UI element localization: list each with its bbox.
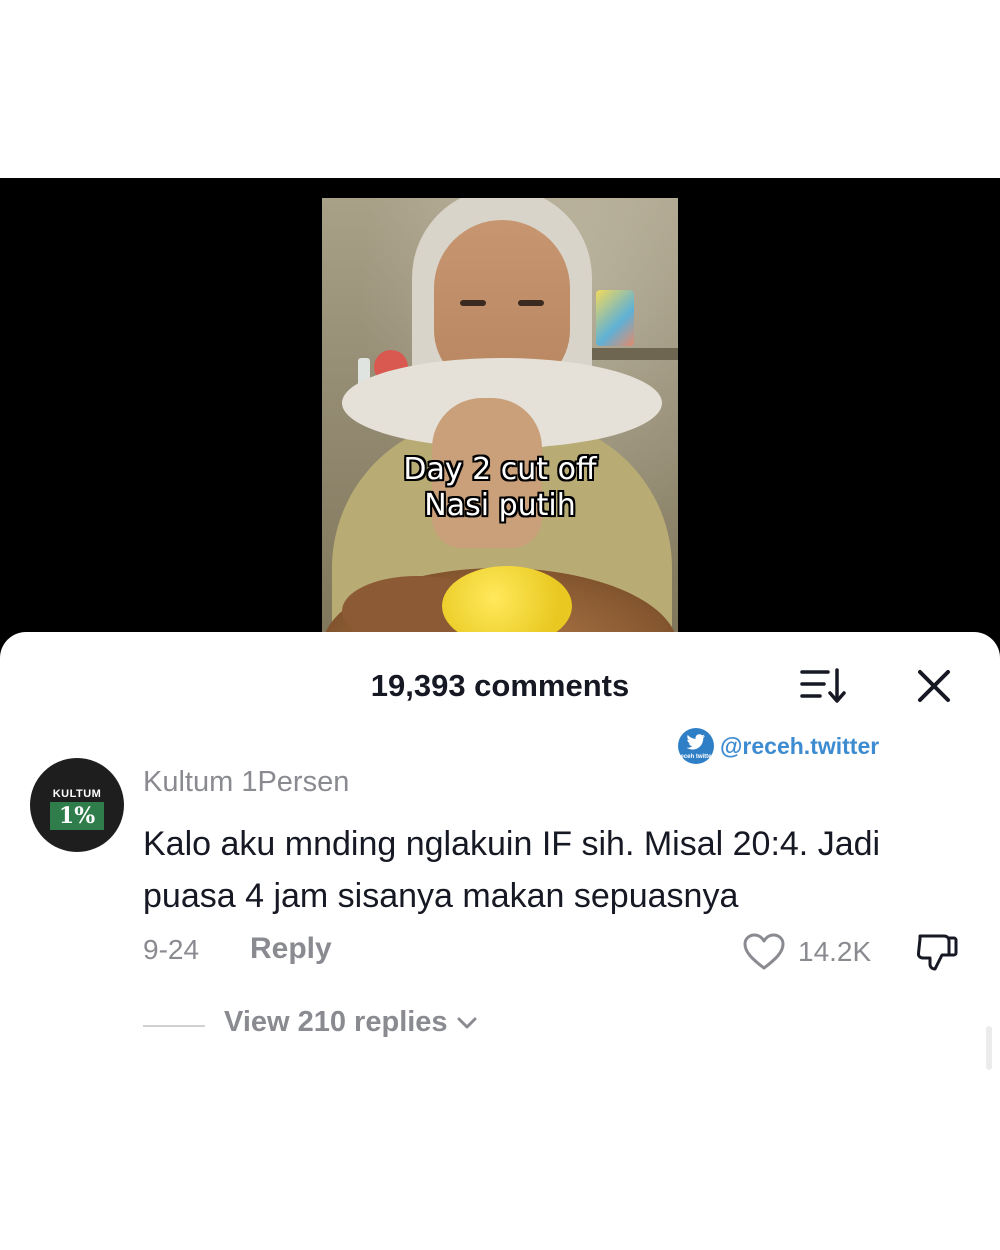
video-caption-line1: Day 2 cut off <box>403 452 597 487</box>
comment-date: 9-24 <box>143 934 200 965</box>
view-replies-label: View 210 replies <box>224 1006 448 1038</box>
comments-sheet: 19,393 comments receh twitter @receh.twi… <box>0 632 1000 1250</box>
right-eye <box>518 300 544 306</box>
like-count: 14.2K <box>798 936 872 967</box>
close-icon[interactable] <box>914 666 954 706</box>
bird-icon <box>686 734 705 750</box>
avatar-label: KULTUM <box>52 788 102 800</box>
video-frame[interactable]: Day 2 cut off Nasi putih <box>322 198 678 668</box>
comment-text: Kalo aku mnding nglakuin IF sih. Misal 2… <box>143 825 881 915</box>
left-eye <box>460 300 486 306</box>
replies-divider <box>143 1025 205 1027</box>
comment-username[interactable]: Kultum 1Persen <box>143 766 349 799</box>
receh-twitter-logo: receh twitter <box>678 728 714 764</box>
logo-text: receh twitter <box>678 754 714 760</box>
heart-icon[interactable] <box>742 932 786 972</box>
shelf <box>588 348 678 360</box>
video-player[interactable]: Day 2 cut off Nasi putih <box>0 178 1000 698</box>
watermark: receh twitter @receh.twitter <box>678 726 879 766</box>
watermark-handle: @receh.twitter <box>720 732 880 759</box>
chevron-down-icon <box>457 1017 477 1028</box>
toy-box <box>596 290 634 346</box>
avatar[interactable]: KULTUM 1% <box>30 758 124 852</box>
view-replies-button[interactable]: View 210 replies <box>224 1006 480 1039</box>
video-caption-line2: Nasi putih <box>424 488 576 523</box>
top-margin <box>0 0 1000 178</box>
avatar-badge: 1% <box>50 802 104 830</box>
reply-button[interactable]: Reply <box>250 932 332 966</box>
comments-count-title: 19,393 comments <box>370 668 630 703</box>
sort-descending-icon[interactable] <box>800 666 846 706</box>
scrollbar[interactable] <box>986 1026 992 1070</box>
dislike-icon[interactable] <box>914 930 960 974</box>
